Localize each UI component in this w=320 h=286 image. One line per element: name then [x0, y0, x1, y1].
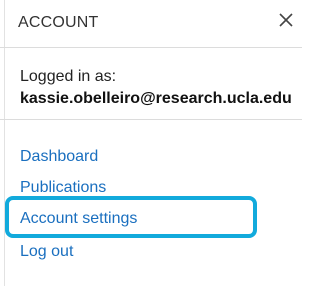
account-title: ACCOUNT — [18, 14, 99, 31]
user-info: Logged in as: kassie.obelleiro@research.… — [0, 48, 302, 120]
user-email: kassie.obelleiro@research.ucla.edu — [20, 90, 292, 107]
menu-item-account-settings[interactable]: Account settings — [20, 210, 137, 228]
account-header: ACCOUNT — [0, 0, 302, 48]
close-icon — [279, 13, 293, 27]
menu-item-publications[interactable]: Publications — [20, 179, 106, 197]
close-button[interactable] — [274, 6, 298, 34]
menu-item-log-out[interactable]: Log out — [20, 243, 73, 261]
menu-item-dashboard[interactable]: Dashboard — [20, 148, 98, 166]
account-dropdown-panel: ACCOUNT Logged in as: kassie.obelleiro@r… — [0, 0, 302, 286]
logged-in-label: Logged in as: — [20, 68, 117, 85]
